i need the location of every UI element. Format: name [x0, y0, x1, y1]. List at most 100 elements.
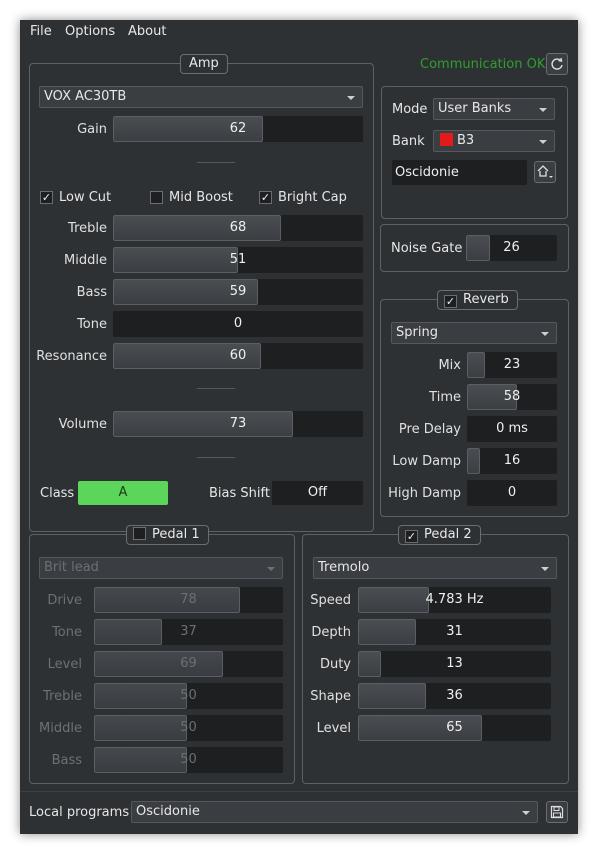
pedal1-middle-slider[interactable]: 50 — [94, 715, 283, 741]
volume-slider[interactable]: 73 — [113, 411, 363, 437]
save-button[interactable] — [546, 801, 568, 823]
reverb-enable-checkbox[interactable]: ✓ — [444, 295, 457, 308]
tone-label: Tone — [77, 317, 107, 332]
treble-slider[interactable]: 68 — [113, 215, 363, 241]
class-label: Class — [40, 486, 75, 501]
bank-select[interactable]: B3 — [433, 130, 555, 152]
reverb-pre-delay-label: Pre Delay — [398, 422, 461, 437]
bass-slider[interactable]: 59 — [113, 279, 363, 305]
reverb-high-damp-value: 0 — [507, 485, 517, 500]
pedal1-middle-label: Middle — [39, 721, 82, 736]
amp-model-select[interactable]: VOX AC30TB — [39, 86, 363, 108]
pedal1-bass-value: 50 — [180, 752, 197, 767]
amp-class-selector[interactable]: A — [78, 481, 168, 505]
pedal1-drive-value: 78 — [180, 592, 197, 607]
pedal2-enable-checkbox[interactable]: ✓ — [405, 530, 418, 543]
bright-cap-label: Bright Cap — [278, 190, 347, 205]
low-cut-label: Low Cut — [59, 190, 112, 205]
pedal1-tone-value: 37 — [180, 624, 197, 639]
pedal2-type-select[interactable]: Tremolo — [313, 557, 557, 579]
footer-divider — [20, 791, 578, 792]
communication-status: Communication OK — [420, 57, 546, 72]
bias-shift-label: Bias Shift — [209, 486, 270, 501]
upload-menu-button[interactable] — [534, 161, 556, 183]
pedal1-tone-slider[interactable]: 37 — [94, 619, 283, 645]
pedal1-enable-checkbox[interactable] — [133, 527, 146, 540]
bass-label: Bass — [76, 285, 107, 300]
up-arrow-menu-icon — [537, 165, 553, 178]
tone-value: 0 — [233, 316, 243, 331]
separator — [197, 457, 235, 458]
pedal1-middle-value: 50 — [180, 720, 197, 735]
menu-file[interactable]: File — [30, 24, 52, 39]
chevron-down-icon — [347, 96, 355, 100]
pedal1-treble-value: 50 — [180, 688, 197, 703]
gain-label: Gain — [77, 122, 107, 137]
pedal2-shape-label: Shape — [310, 689, 351, 704]
pedal2-type-value: Tremolo — [318, 560, 370, 575]
chevron-down-icon — [522, 811, 530, 815]
mid-boost-checkbox[interactable] — [150, 191, 163, 204]
pedal1-drive-slider[interactable]: 78 — [94, 587, 283, 613]
pedal1-group-title: Pedal 1 — [126, 525, 209, 545]
pedal2-speed-slider[interactable]: 4.783 Hz — [358, 587, 551, 613]
reverb-mix-label: Mix — [438, 358, 461, 373]
separator — [197, 388, 235, 389]
bright-cap-checkbox[interactable]: ✓ — [259, 191, 272, 204]
local-program-value: Oscidonie — [136, 804, 200, 819]
local-programs-label: Local programs — [29, 805, 130, 820]
noise-gate-slider[interactable]: 26 — [466, 235, 557, 261]
reverb-low-damp-slider[interactable]: 16 — [467, 448, 557, 474]
pedal2-shape-slider[interactable]: 36 — [358, 683, 551, 709]
menu-about[interactable]: About — [128, 24, 166, 39]
preset-name-field[interactable]: Oscidonie — [392, 160, 527, 185]
refresh-button[interactable] — [546, 53, 568, 75]
bank-color-swatch — [440, 133, 453, 146]
pedal1-type-select[interactable]: Brit lead — [39, 557, 283, 579]
pedal1-bass-slider[interactable]: 50 — [94, 747, 283, 773]
resonance-label: Resonance — [36, 349, 107, 364]
pedal2-depth-label: Depth — [311, 625, 351, 640]
reverb-mix-slider[interactable]: 23 — [467, 352, 557, 378]
chevron-down-icon — [267, 567, 275, 571]
save-icon — [550, 805, 564, 819]
resonance-slider[interactable]: 60 — [113, 343, 363, 369]
pedal1-bass-label: Bass — [51, 753, 82, 768]
menu-bar: File Options About — [20, 20, 578, 44]
pedal2-depth-slider[interactable]: 31 — [358, 619, 551, 645]
reverb-high-damp-slider[interactable]: 0 — [467, 480, 557, 506]
pedal2-level-slider[interactable]: 65 — [358, 715, 551, 741]
chevron-down-icon — [541, 567, 549, 571]
reverb-pre-delay-slider[interactable]: 0 ms — [467, 416, 557, 442]
local-programs-select[interactable]: Oscidonie — [131, 801, 538, 823]
pedal1-tone-label: Tone — [52, 625, 82, 640]
gain-slider[interactable]: 62 — [113, 116, 363, 142]
tone-slider[interactable]: 0 — [113, 311, 363, 337]
middle-label: Middle — [64, 253, 107, 268]
chevron-down-icon — [539, 108, 547, 112]
pedal2-depth-value: 31 — [446, 624, 463, 639]
noise-gate-label: Noise Gate — [391, 241, 463, 256]
reverb-group-title: ✓ Reverb — [437, 290, 518, 310]
pedal1-treble-slider[interactable]: 50 — [94, 683, 283, 709]
low-cut-checkbox[interactable]: ✓ — [40, 191, 53, 204]
bias-shift-value[interactable]: Off — [272, 481, 363, 505]
separator — [197, 162, 235, 163]
chevron-down-icon — [539, 140, 547, 144]
pedal1-level-slider[interactable]: 69 — [94, 651, 283, 677]
mode-select[interactable]: User Banks — [433, 98, 555, 120]
reverb-time-slider[interactable]: 58 — [467, 384, 557, 410]
resonance-value: 60 — [229, 348, 247, 363]
pedal1-title: Pedal 1 — [152, 527, 200, 542]
reverb-type-select[interactable]: Spring — [391, 322, 557, 344]
menu-options[interactable]: Options — [65, 24, 115, 39]
treble-value: 68 — [229, 220, 247, 235]
pedal2-duty-slider[interactable]: 13 — [358, 651, 551, 677]
pedal2-title: Pedal 2 — [424, 527, 472, 542]
gain-value: 62 — [229, 121, 247, 136]
amp-group-title: Amp — [180, 54, 228, 74]
reverb-time-value: 58 — [503, 389, 521, 404]
reverb-high-damp-label: High Damp — [388, 486, 461, 501]
pedal1-drive-label: Drive — [47, 593, 82, 608]
middle-slider[interactable]: 51 — [113, 247, 363, 273]
